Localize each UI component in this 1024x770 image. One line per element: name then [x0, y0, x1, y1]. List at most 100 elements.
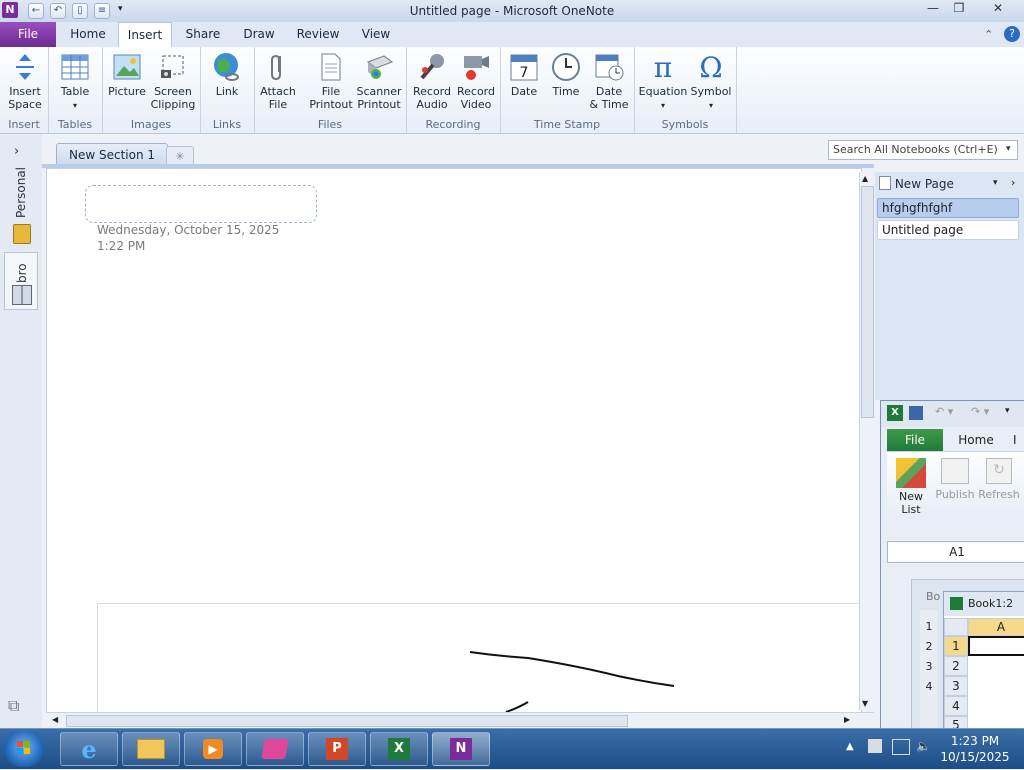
- date-and-time-button[interactable]: Date & Time: [588, 51, 630, 111]
- tab-home[interactable]: Home: [64, 22, 112, 47]
- group-symbols: π Equation ▾ Ω Symbol ▾ Symbols: [634, 47, 737, 133]
- network-icon[interactable]: [892, 739, 910, 755]
- background-row-3: 3: [925, 660, 933, 673]
- picture-button[interactable]: Picture: [106, 51, 148, 98]
- time-button[interactable]: Time: [546, 51, 586, 98]
- clock-time[interactable]: 1:23 PM: [940, 734, 1010, 748]
- powerpoint-taskbar-button[interactable]: P: [308, 732, 366, 766]
- tab-insert[interactable]: Insert: [118, 22, 172, 47]
- insert-space-button[interactable]: Insert Space: [4, 51, 46, 111]
- excel-taskbar-button[interactable]: X: [370, 732, 428, 766]
- collapse-ribbon-icon[interactable]: ⌃: [984, 28, 993, 41]
- row-header-1[interactable]: 1: [944, 636, 968, 656]
- tab-draw[interactable]: Draw: [236, 22, 282, 47]
- scroll-right-icon[interactable]: ▶: [844, 715, 850, 724]
- onenote-taskbar-button[interactable]: N: [432, 732, 490, 766]
- row-header-3[interactable]: 3: [944, 676, 968, 696]
- show-hidden-icons-icon[interactable]: ▲: [846, 741, 854, 752]
- ink-stroke: [469, 651, 675, 713]
- app-taskbar-button[interactable]: [246, 732, 304, 766]
- horizontal-scrollbar[interactable]: ◀ ▶: [46, 712, 874, 729]
- row-header-2[interactable]: 2: [944, 656, 968, 676]
- excel-quick-access-bar: X ↶ ▾ ↷ ▾ ▾: [881, 401, 1024, 427]
- horizontal-scroll-thumb[interactable]: [66, 715, 628, 727]
- new-page-dropdown-icon[interactable]: ▾: [993, 178, 998, 188]
- media-player-taskbar-button[interactable]: ▶: [184, 732, 242, 766]
- link-label: Link: [215, 85, 239, 98]
- excel-tab-file[interactable]: File: [887, 429, 943, 451]
- clock-date[interactable]: 10/15/2025: [940, 750, 1010, 764]
- start-button[interactable]: [4, 731, 44, 767]
- search-scope-dropdown-icon[interactable]: ▾: [1006, 144, 1011, 154]
- redo-icon[interactable]: ↷ ▾: [971, 405, 989, 418]
- excel-tab-insert[interactable]: I: [1013, 429, 1024, 451]
- all-notebooks-icon[interactable]: ⧉: [8, 696, 19, 716]
- table-button[interactable]: Table ▾: [54, 51, 96, 112]
- notebook-personal[interactable]: Personal: [4, 167, 38, 246]
- publish-button[interactable]: Publish: [933, 458, 977, 501]
- new-page-button[interactable]: New Page: [879, 176, 1019, 194]
- record-video-button[interactable]: Record Video: [454, 51, 498, 111]
- section-tab-new-section-1[interactable]: New Section 1: [56, 143, 168, 166]
- tab-view[interactable]: View: [354, 22, 398, 47]
- file-explorer-taskbar-button[interactable]: [122, 732, 180, 766]
- page-item-untitled[interactable]: Untitled page: [877, 220, 1019, 240]
- column-header-a[interactable]: A: [968, 618, 1024, 636]
- undo-icon[interactable]: ↶ ▾: [935, 405, 953, 418]
- scanner-printout-button[interactable]: Scanner Printout: [354, 51, 404, 111]
- notebook-bro[interactable]: bro: [4, 252, 38, 310]
- tab-file[interactable]: File: [0, 22, 56, 47]
- excel-app-icon[interactable]: X: [887, 405, 903, 421]
- page-list-collapse-icon[interactable]: ›: [1011, 176, 1015, 189]
- file-printout-icon: [316, 51, 346, 83]
- expand-navigation-icon[interactable]: ›: [14, 144, 19, 159]
- date-button[interactable]: 7 Date: [504, 51, 544, 98]
- group-label-time-stamp: Time Stamp: [533, 118, 601, 131]
- taskbar: e ▶ P X N ▲ 🔈 1:23 PM 10/15/2025: [0, 728, 1024, 769]
- help-icon[interactable]: ?: [1004, 26, 1020, 42]
- tab-share[interactable]: Share: [180, 22, 226, 47]
- attach-file-button[interactable]: Attach File: [256, 51, 300, 111]
- customize-toolbar-icon[interactable]: ▾: [1005, 406, 1010, 416]
- restore-button[interactable]: ❐: [946, 0, 972, 18]
- save-icon[interactable]: [909, 406, 923, 420]
- excel-tab-home[interactable]: Home: [953, 429, 999, 451]
- symbol-button[interactable]: Ω Symbol ▾: [688, 51, 734, 112]
- tab-review[interactable]: Review: [292, 22, 344, 47]
- cell-a1[interactable]: [968, 636, 1024, 656]
- page-canvas[interactable]: Wednesday, October 15, 2025 1:22 PM: [46, 168, 862, 714]
- minimize-button[interactable]: —: [920, 0, 946, 18]
- drawing-container[interactable]: [97, 603, 862, 714]
- group-images: Picture Screen Clipping Images: [102, 47, 201, 133]
- new-section-tab-icon[interactable]: ✳: [166, 146, 194, 166]
- screen-clipping-button[interactable]: Screen Clipping: [150, 51, 196, 111]
- clock-icon: [551, 51, 581, 83]
- vertical-scroll-thumb[interactable]: [861, 186, 874, 418]
- search-input[interactable]: Search All Notebooks (Ctrl+E): [828, 140, 1018, 160]
- workbook-book1-2[interactable]: Book1:2 A 1 2 3 4 5: [943, 591, 1024, 731]
- name-box[interactable]: A1: [887, 541, 1024, 563]
- internet-explorer-taskbar-button[interactable]: e: [60, 732, 118, 766]
- file-printout-button[interactable]: File Printout: [308, 51, 354, 111]
- workbook-title-bar: Book1:2: [944, 592, 1024, 616]
- equation-button[interactable]: π Equation ▾: [638, 51, 688, 112]
- scroll-left-icon[interactable]: ◀: [52, 715, 58, 724]
- action-center-flag-icon[interactable]: [868, 739, 882, 753]
- close-button[interactable]: ✕: [980, 0, 1016, 18]
- vertical-scrollbar[interactable]: ▲ ▼: [859, 172, 874, 710]
- volume-muted-icon[interactable]: 🔈: [916, 739, 931, 753]
- record-audio-label: Record Audio: [412, 85, 451, 111]
- notebook-bro-icon: [12, 285, 32, 305]
- new-list-button[interactable]: New List: [891, 458, 931, 516]
- row-header-4[interactable]: 4: [944, 696, 968, 716]
- page-item-hfghgfhfghf[interactable]: hfghgfhfghf: [877, 198, 1019, 218]
- select-all-corner[interactable]: [944, 618, 968, 636]
- link-button[interactable]: Link: [206, 51, 248, 98]
- page-title-input[interactable]: [85, 185, 317, 223]
- record-audio-button[interactable]: Record Audio: [410, 51, 454, 111]
- excel-window[interactable]: X ↶ ▾ ↷ ▾ ▾ File Home I New List Publish…: [880, 400, 1024, 732]
- scroll-up-icon[interactable]: ▲: [862, 174, 868, 183]
- notebook-bro-label: bro: [15, 263, 29, 283]
- refresh-button[interactable]: ↻ Refresh: [977, 458, 1021, 501]
- scroll-down-icon[interactable]: ▼: [862, 699, 868, 708]
